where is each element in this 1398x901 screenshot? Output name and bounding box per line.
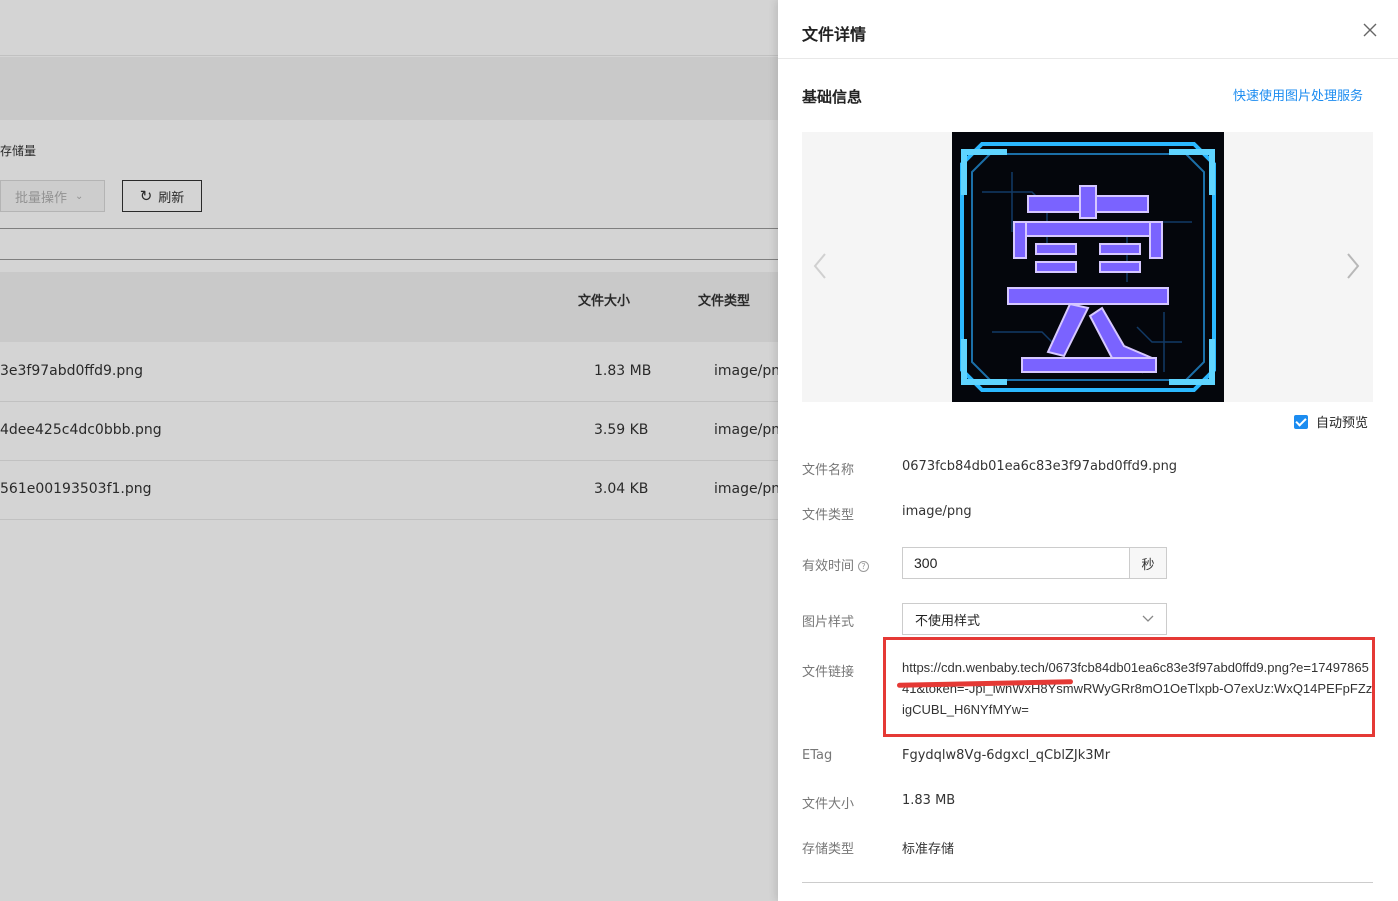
file-detail-drawer: 文件详情 基础信息 快速使用图片处理服务 自动预览 文件名称 0673fcb84…	[778, 0, 1398, 901]
storage-type-value: 标准存储	[902, 842, 955, 857]
auto-preview-checkbox[interactable]: 自动预览	[1294, 412, 1368, 431]
expiry-input[interactable]	[903, 548, 1130, 578]
drawer-title: 文件详情	[802, 25, 867, 44]
image-processing-link[interactable]: 快速使用图片处理服务	[1233, 85, 1363, 104]
etag-value: Fgydqlw8Vg-6dgxcl_qCblZJk3Mr	[902, 748, 1111, 763]
image-style-select[interactable]: 不使用样式	[902, 603, 1167, 635]
auto-preview-label: 自动预览	[1316, 416, 1369, 431]
storage-type-label: 存储类型	[802, 842, 855, 857]
file-link-value[interactable]: https://cdn.wenbaby.tech/0673fcb84db01ea…	[902, 657, 1374, 720]
file-size-label: 文件大小	[802, 797, 855, 812]
file-type-value: image/png	[902, 504, 972, 519]
etag-label: ETag	[802, 748, 833, 763]
file-type-label: 文件类型	[802, 508, 855, 523]
modal-overlay[interactable]	[0, 0, 778, 901]
chevron-left-icon[interactable]	[810, 250, 830, 282]
chevron-right-icon[interactable]	[1343, 250, 1363, 282]
file-name-label: 文件名称	[802, 463, 855, 478]
section-title: 基础信息	[802, 88, 863, 106]
expiry-input-group: 秒	[902, 547, 1167, 579]
background-page: 存储量 批量操作 ⌄ ↻ 刷新 文件大小 文件类型 3e3f97abd0ffd9…	[0, 0, 778, 901]
help-icon[interactable]: ?	[858, 561, 870, 572]
expiry-label-group: 有效时间?	[802, 555, 870, 574]
file-name-value: 0673fcb84db01ea6c83e3f97abd0ffd9.png	[902, 459, 1178, 474]
expiry-label: 有效时间	[802, 559, 855, 574]
image-style-label: 图片样式	[802, 615, 855, 630]
expiry-unit: 秒	[1130, 548, 1166, 578]
chevron-down-icon	[1142, 615, 1154, 622]
divider	[802, 882, 1373, 883]
preview-thumbnail	[952, 132, 1224, 402]
drawer-header: 文件详情	[778, 0, 1398, 59]
checkbox-checked-icon[interactable]	[1294, 414, 1308, 429]
file-link-label: 文件链接	[802, 665, 855, 680]
image-style-value: 不使用样式	[915, 613, 981, 629]
close-icon[interactable]	[1362, 22, 1378, 38]
file-size-value: 1.83 MB	[902, 793, 956, 808]
image-preview	[802, 132, 1373, 402]
